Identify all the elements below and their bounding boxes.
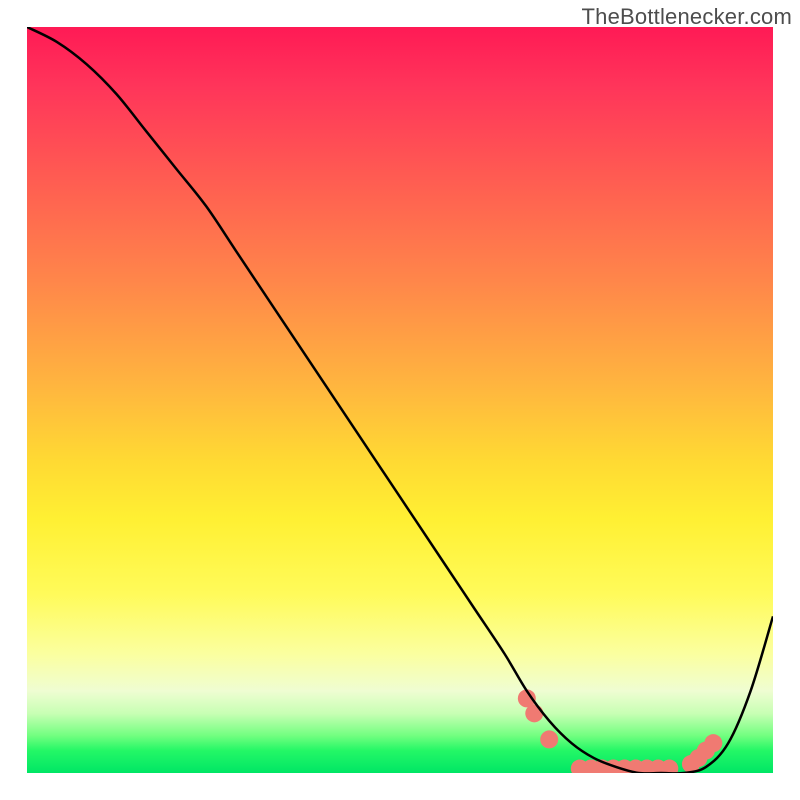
bottleneck-dots-group [518,689,723,773]
chart-frame: TheBottlenecker.com [0,0,800,800]
bottleneck-dot [540,730,558,748]
plot-svg [27,27,773,773]
bottleneck-curve [27,27,773,773]
watermark-text: TheBottlenecker.com [582,4,792,30]
chart-area [27,27,773,773]
bottleneck-dot [704,734,722,752]
bottleneck-dot [525,704,543,722]
